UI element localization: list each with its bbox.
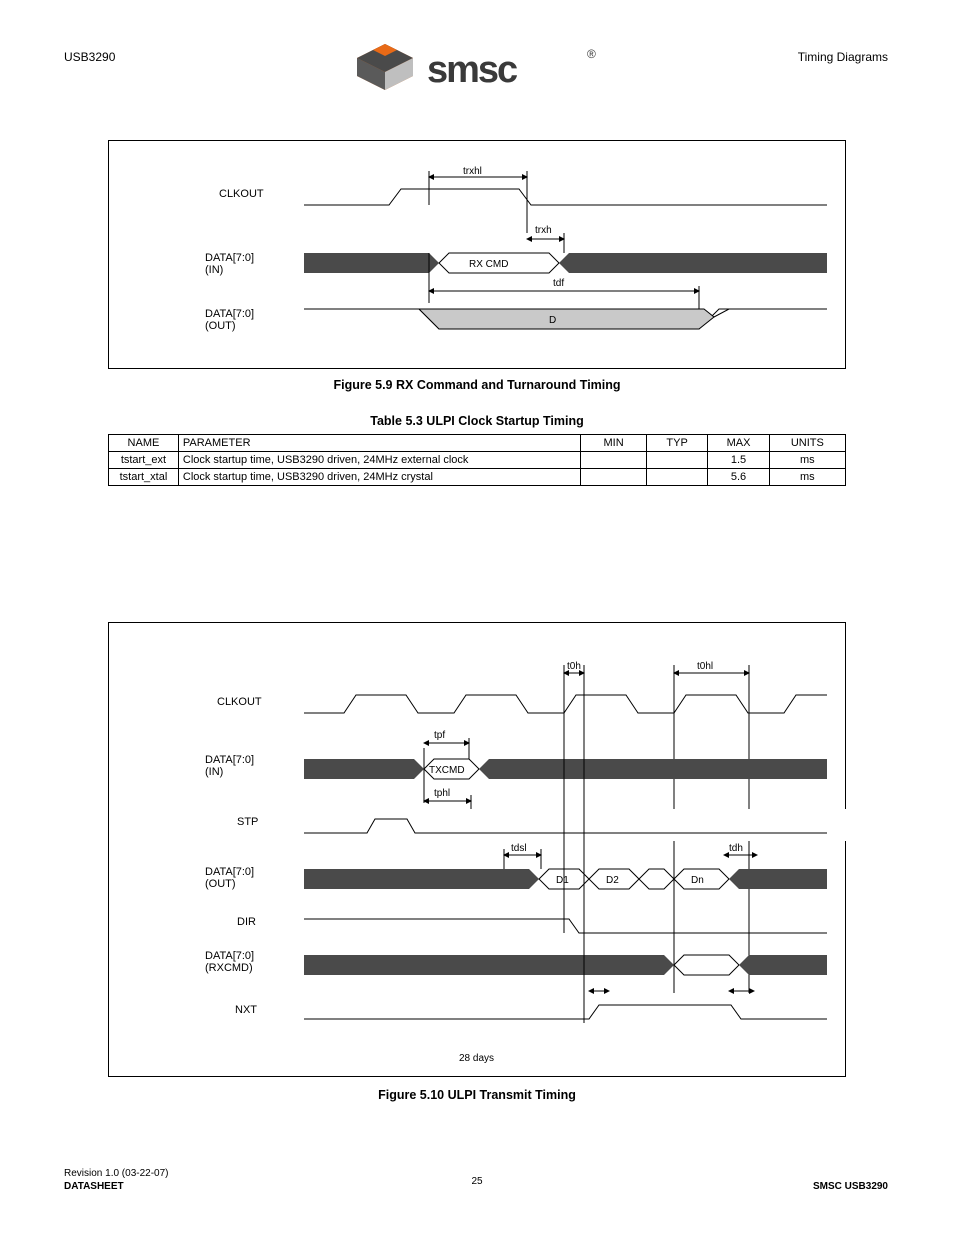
nxt-row: NXT bbox=[235, 1004, 827, 1019]
svg-text:CLKOUT: CLKOUT bbox=[217, 696, 262, 708]
page-number: 25 bbox=[0, 1176, 954, 1187]
dir-row: DIR bbox=[237, 916, 827, 933]
svg-text:t0hl: t0hl bbox=[697, 661, 713, 672]
svg-text:t0h: t0h bbox=[567, 661, 581, 672]
data-out-row: DATA[7:0](OUT) D1 D2 Dn bbox=[205, 866, 827, 890]
svg-text:RX CMD: RX CMD bbox=[469, 259, 508, 270]
table-row: NAME PARAMETER MIN TYP MAX UNITS bbox=[109, 435, 846, 452]
figure-5-10-caption: Figure 5.10 ULPI Transmit Timing bbox=[0, 1088, 954, 1102]
svg-text:trxhl: trxhl bbox=[463, 166, 482, 177]
svg-text:smsc: smsc bbox=[427, 49, 518, 91]
svg-text:D: D bbox=[549, 315, 556, 326]
svg-text:CLKOUT: CLKOUT bbox=[219, 188, 264, 200]
table-row: tstart_ext Clock startup time, USB3290 d… bbox=[109, 452, 846, 469]
clkout-row: CLKOUT bbox=[219, 188, 827, 205]
svg-text:trxh: trxh bbox=[535, 225, 552, 236]
timing-table: NAME PARAMETER MIN TYP MAX UNITS tstart_… bbox=[108, 434, 846, 486]
smsc-logo: smsc ® bbox=[357, 40, 597, 100]
svg-text:tdf: tdf bbox=[553, 278, 564, 289]
svg-text:TXCMD: TXCMD bbox=[429, 765, 465, 776]
figure-5-9-caption: Figure 5.9 RX Command and Turnaround Tim… bbox=[0, 378, 954, 392]
svg-text:tphl: tphl bbox=[434, 788, 450, 799]
svg-text:STP: STP bbox=[237, 816, 258, 828]
table-5-3-caption: Table 5.3 ULPI Clock Startup Timing bbox=[0, 414, 954, 428]
table-row: tstart_xtal Clock startup time, USB3290 … bbox=[109, 469, 846, 486]
figure-5-9: CLKOUT trxhl trxh DATA[7:0](IN) RX CMD bbox=[108, 140, 846, 369]
svg-text:DATA[7:0](OUT): DATA[7:0](OUT) bbox=[205, 866, 254, 890]
footer-right: SMSC USB3290 bbox=[813, 1181, 888, 1194]
data-in-row: DATA[7:0](IN) TXCMD bbox=[205, 754, 827, 779]
svg-text:DATA[7:0](OUT): DATA[7:0](OUT) bbox=[205, 308, 254, 332]
svg-text:D1: D1 bbox=[556, 875, 569, 886]
svg-text:D2: D2 bbox=[606, 875, 619, 886]
figure-5-10: CLKOUT t0h t0hl DATA[7:0](IN) TXCMD bbox=[108, 622, 846, 1077]
svg-text:Dn: Dn bbox=[691, 875, 704, 886]
svg-text:DATA[7:0](IN): DATA[7:0](IN) bbox=[205, 754, 254, 778]
product-code: USB3290 bbox=[64, 50, 115, 64]
svg-text:DATA[7:0](IN): DATA[7:0](IN) bbox=[205, 252, 254, 276]
svg-text:tdsl: tdsl bbox=[511, 843, 527, 854]
data-rxcmd-row: DATA[7:0](RXCMD) bbox=[205, 950, 827, 975]
svg-text:DIR: DIR bbox=[237, 916, 256, 928]
chapter-title: Timing Diagrams bbox=[798, 50, 888, 64]
clkout-row: CLKOUT bbox=[217, 695, 827, 713]
data-in-row: DATA[7:0](IN) RX CMD bbox=[205, 252, 827, 276]
svg-text:tdh: tdh bbox=[729, 843, 743, 854]
svg-text:NXT: NXT bbox=[235, 1004, 257, 1016]
svg-text:®: ® bbox=[587, 47, 596, 61]
svg-text:28 days: 28 days bbox=[459, 1053, 494, 1064]
svg-text:DATA[7:0](RXCMD): DATA[7:0](RXCMD) bbox=[205, 950, 254, 974]
data-out-row: DATA[7:0](OUT) D bbox=[205, 308, 827, 332]
svg-text:tpf: tpf bbox=[434, 730, 445, 741]
